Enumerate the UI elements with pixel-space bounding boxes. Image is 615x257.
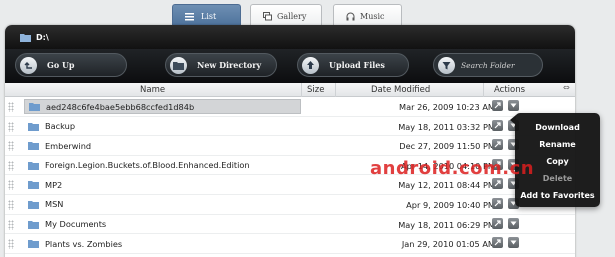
upload-icon bbox=[302, 56, 319, 74]
table-row[interactable]: MSN Apr 9, 2009 10:40 PM bbox=[5, 195, 575, 215]
drag-handle[interactable] bbox=[8, 121, 14, 132]
folder-icon bbox=[29, 102, 40, 111]
file-name-cell[interactable]: Foreign.Legion.Buckets.of.Blood.Enhanced… bbox=[24, 158, 301, 173]
folder-icon bbox=[28, 161, 39, 170]
file-name: Backup bbox=[45, 121, 76, 132]
dropdown-arrow-icon[interactable] bbox=[508, 237, 519, 249]
folder-icon bbox=[20, 33, 31, 42]
file-name: Emberwind bbox=[45, 140, 92, 151]
column-divider bbox=[483, 83, 484, 97]
file-name: Plants vs. Zombies bbox=[45, 238, 123, 249]
path-bar: D:\ bbox=[5, 25, 575, 49]
open-arrow-icon[interactable] bbox=[492, 178, 503, 190]
file-name: My Documents bbox=[45, 219, 107, 230]
folder-icon bbox=[28, 141, 39, 151]
file-name: MP2 bbox=[45, 179, 63, 190]
folder-icon bbox=[28, 239, 39, 249]
column-header: Name Size Date Modified Actions ⇔ bbox=[5, 83, 575, 97]
column-date-modified[interactable]: Date Modified bbox=[371, 85, 430, 95]
menu-item-rename[interactable]: Rename bbox=[515, 136, 600, 153]
date-modified: May 12, 2011 08:44 PM bbox=[398, 180, 495, 191]
file-name-cell[interactable]: My Documents bbox=[24, 217, 301, 232]
folder-icon bbox=[28, 122, 39, 131]
file-name: Foreign.Legion.Buckets.of.Blood.Enhanced… bbox=[45, 160, 250, 171]
drag-handle[interactable] bbox=[8, 180, 14, 191]
folder-icon bbox=[28, 180, 39, 190]
file-name-cell[interactable]: MP2 bbox=[24, 177, 301, 192]
tab-gallery-label: Gallery bbox=[277, 12, 307, 21]
file-name: aed248c6fe4bae5ebb68ccfed1d84b bbox=[46, 101, 195, 112]
file-name: MSN bbox=[45, 199, 64, 210]
drag-handle[interactable] bbox=[8, 160, 14, 171]
gallery-icon bbox=[263, 12, 272, 21]
column-size[interactable]: Size bbox=[307, 85, 324, 95]
file-explorer: D:\ Go Up New Directory Upload Files Sea… bbox=[5, 25, 575, 257]
menu-item-add-to-favorites[interactable]: Add to Favorites bbox=[515, 187, 600, 204]
tab-music-label: Music bbox=[360, 12, 385, 21]
drag-handle[interactable] bbox=[8, 102, 14, 112]
file-name-cell[interactable]: Plants vs. Zombies bbox=[24, 236, 301, 251]
filter-icon bbox=[438, 56, 455, 74]
tab-list-label: List bbox=[201, 12, 217, 21]
context-menu-pointer bbox=[510, 115, 516, 125]
table-row[interactable]: My Documents May 18, 2011 06:29 PM bbox=[5, 215, 575, 235]
file-name-cell[interactable]: Backup bbox=[24, 119, 301, 134]
open-arrow-icon[interactable] bbox=[492, 217, 503, 229]
open-arrow-icon[interactable] bbox=[492, 197, 503, 209]
table-row[interactable]: Backup May 18, 2011 03:32 PM bbox=[5, 117, 575, 137]
date-modified: May 18, 2011 03:32 PM bbox=[398, 121, 495, 132]
go-up-button[interactable]: Go Up bbox=[15, 53, 127, 77]
row-actions bbox=[492, 217, 519, 229]
dropdown-arrow-icon[interactable] bbox=[508, 217, 519, 229]
table-row[interactable]: Plants vs. Zombies Jan 29, 2010 01:05 AM bbox=[5, 234, 575, 254]
table-row[interactable]: Emberwind Dec 27, 2009 11:50 PM bbox=[5, 136, 575, 156]
open-arrow-icon[interactable] bbox=[492, 139, 503, 151]
new-folder-icon bbox=[170, 56, 187, 74]
toolbar: Go Up New Directory Upload Files bbox=[5, 49, 575, 83]
date-modified: Dec 27, 2009 11:50 PM bbox=[399, 141, 495, 152]
menu-item-download[interactable]: Download bbox=[515, 119, 600, 136]
column-name[interactable]: Name bbox=[140, 85, 165, 95]
date-modified: Apr 9, 2009 10:40 PM bbox=[406, 199, 495, 210]
search-input[interactable] bbox=[461, 60, 541, 70]
watermark: android.com.cn bbox=[370, 158, 535, 179]
open-arrow-icon[interactable] bbox=[492, 100, 503, 111]
headphones-icon bbox=[346, 12, 355, 21]
go-up-label: Go Up bbox=[47, 60, 75, 70]
dropdown-arrow-icon[interactable] bbox=[508, 100, 519, 111]
date-modified: Mar 26, 2009 10:23 AM bbox=[399, 102, 495, 112]
drag-handle[interactable] bbox=[8, 199, 14, 210]
folder-icon bbox=[28, 220, 39, 229]
column-resize-icon[interactable]: ⇔ bbox=[563, 83, 570, 92]
drag-handle[interactable] bbox=[8, 239, 14, 250]
date-modified: Jan 29, 2010 01:05 AM bbox=[401, 239, 495, 250]
current-path: D:\ bbox=[36, 32, 49, 42]
column-divider bbox=[335, 83, 336, 97]
row-actions bbox=[492, 100, 519, 111]
upload-files-button[interactable]: Upload Files bbox=[297, 53, 409, 77]
new-directory-button[interactable]: New Directory bbox=[165, 53, 277, 77]
file-name-cell[interactable]: aed248c6fe4bae5ebb68ccfed1d84b bbox=[24, 99, 301, 114]
new-directory-label: New Directory bbox=[197, 60, 262, 70]
row-actions bbox=[492, 237, 519, 249]
column-actions: Actions bbox=[494, 85, 526, 95]
file-name-cell[interactable]: Emberwind bbox=[24, 138, 301, 153]
date-modified: May 18, 2011 06:29 PM bbox=[398, 219, 495, 230]
drag-handle[interactable] bbox=[8, 141, 14, 152]
list-icon bbox=[185, 12, 194, 21]
open-arrow-icon[interactable] bbox=[492, 119, 503, 131]
file-name-cell[interactable]: MSN bbox=[24, 197, 301, 212]
open-arrow-icon[interactable] bbox=[492, 237, 503, 249]
drag-handle[interactable] bbox=[8, 219, 14, 230]
table-row[interactable]: aed248c6fe4bae5ebb68ccfed1d84b Mar 26, 2… bbox=[5, 97, 575, 117]
column-divider bbox=[301, 83, 302, 97]
search-folder-field[interactable] bbox=[433, 53, 543, 77]
arrow-up-icon bbox=[20, 56, 37, 74]
upload-files-label: Upload Files bbox=[329, 60, 385, 70]
folder-icon bbox=[28, 200, 39, 209]
